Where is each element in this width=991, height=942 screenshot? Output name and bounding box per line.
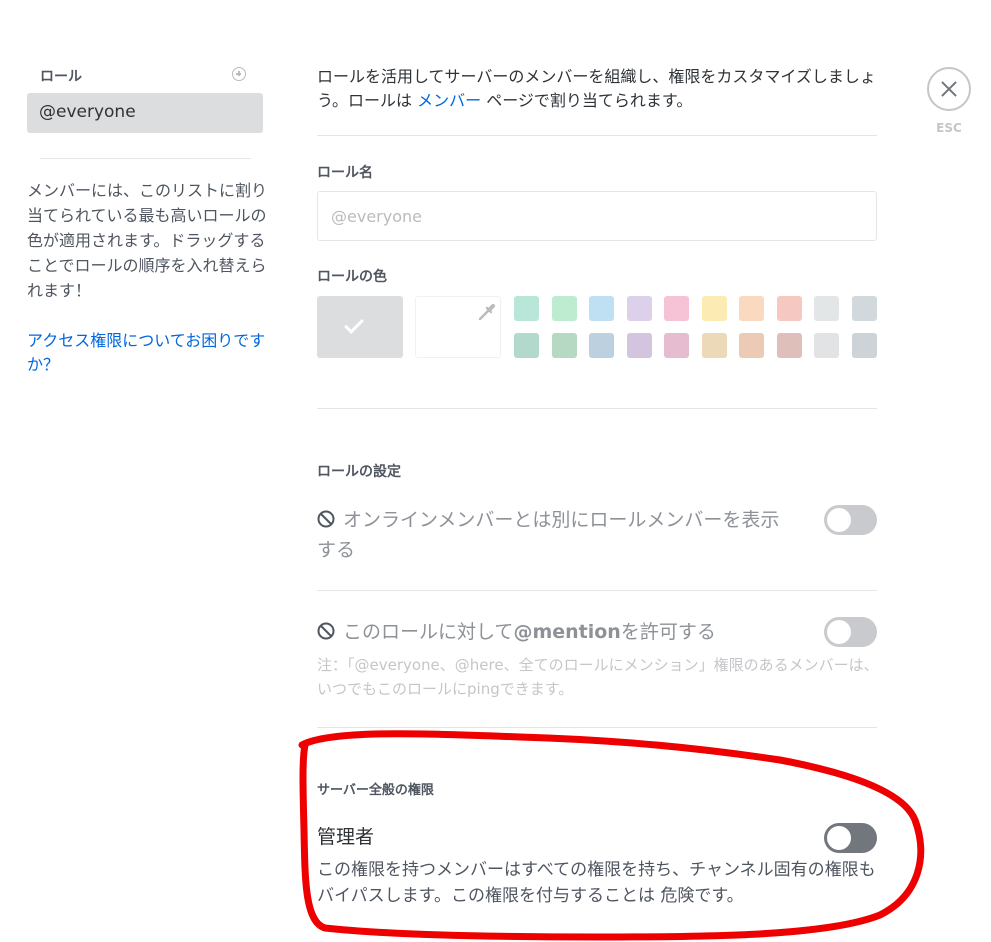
general-permissions-label: サーバー全般の権限 — [317, 783, 434, 798]
administrator-toggle[interactable] — [824, 823, 877, 853]
color-swatch[interactable] — [776, 333, 802, 358]
mentionable-toggle[interactable] — [824, 617, 877, 647]
toggle-knob — [827, 826, 851, 850]
default-color-swatch[interactable] — [317, 296, 403, 358]
role-color-label: ロールの色 — [317, 269, 387, 285]
color-swatch[interactable] — [851, 333, 877, 358]
administrator-description: この権限を持つメンバーはすべての権限を持ち、チャンネル固有の権限もバイパスします… — [317, 860, 876, 906]
color-swatch[interactable] — [814, 296, 839, 321]
esc-label: ESC — [936, 121, 962, 135]
divider — [317, 727, 877, 728]
color-swatch[interactable] — [776, 296, 802, 321]
eyedropper-icon — [478, 304, 495, 321]
intro-text: ロールを活用してサーバーのメンバーを組織し、権限をカスタマイズしましょう。ロール… — [317, 65, 885, 113]
color-swatch[interactable] — [626, 333, 652, 358]
members-link[interactable]: メンバー — [417, 91, 481, 110]
toggle-knob — [827, 508, 851, 532]
mentionable-setting: このロールに対して@mentionを許可する — [317, 617, 797, 647]
divider — [317, 590, 877, 591]
roles-header: ロール — [40, 69, 82, 85]
ban-icon — [317, 622, 335, 640]
mentionable-label-bold: @mention — [513, 621, 621, 643]
color-swatch[interactable] — [664, 296, 689, 321]
color-swatch[interactable] — [514, 333, 539, 358]
toggle-knob — [827, 620, 851, 644]
sidebar-description: メンバーには、このリストに割り当てられている最も高いロールの色が適用されます。ド… — [27, 181, 268, 300]
display-separately-setting: オンラインメンバーとは別にロールメンバーを表示する — [317, 505, 797, 565]
red-annotation-outline — [298, 730, 925, 941]
ban-icon — [317, 510, 335, 528]
mentionable-label-before: このロールに対して — [343, 621, 514, 643]
color-swatch[interactable] — [664, 333, 689, 358]
color-swatch[interactable] — [551, 333, 577, 358]
display-separately-toggle[interactable] — [824, 505, 877, 535]
role-settings-label: ロールの設定 — [317, 464, 401, 480]
divider — [317, 408, 877, 409]
color-swatch[interactable] — [589, 296, 614, 321]
color-swatch[interactable] — [739, 333, 764, 358]
role-name-input[interactable] — [317, 191, 877, 241]
role-name-label: ロール名 — [317, 165, 373, 181]
color-swatch[interactable] — [701, 333, 727, 358]
role-item-everyone[interactable]: @everyone — [27, 93, 263, 133]
divider — [317, 135, 877, 136]
color-swatch[interactable] — [589, 333, 614, 358]
color-swatch[interactable] — [739, 296, 764, 321]
permissions-help-link[interactable]: アクセス権限についてお困りですか？ — [27, 329, 267, 377]
intro-text-after: ページで割り当てられます。 — [486, 91, 693, 110]
administrator-title: 管理者 — [317, 826, 375, 848]
color-swatch[interactable] — [626, 296, 652, 321]
close-icon[interactable] — [927, 67, 971, 111]
color-swatch[interactable] — [514, 296, 539, 321]
plus-circle-icon[interactable] — [232, 67, 246, 81]
sidebar-divider — [40, 158, 251, 159]
mentionable-note: 注：「@everyone、@here、全てのロールにメンション」権限のあるメンバ… — [317, 656, 879, 698]
color-swatch[interactable] — [551, 296, 577, 321]
mentionable-label-after: を許可する — [620, 621, 716, 643]
color-swatch[interactable] — [851, 296, 877, 321]
color-swatch[interactable] — [701, 296, 727, 321]
display-separately-label: オンラインメンバーとは別にロールメンバーを表示する — [317, 509, 780, 561]
color-swatch[interactable] — [814, 333, 839, 358]
